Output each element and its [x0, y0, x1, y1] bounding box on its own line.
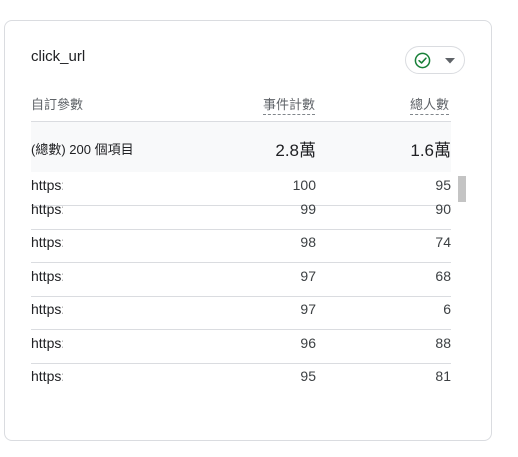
row-url[interactable]: https:/: [31, 301, 63, 321]
row-event-count: 99: [300, 201, 316, 217]
chevron-down-icon: [445, 58, 455, 64]
row-event-count: 98: [300, 234, 316, 250]
table-row: https:/ 99 90: [31, 196, 451, 230]
totals-row: (總數) 200 個項目 2.8萬 1.6萬: [31, 122, 451, 172]
column-header-total-users[interactable]: 總人數: [409, 94, 449, 115]
row-url[interactable]: https:/: [31, 201, 63, 221]
row-event-count: 96: [300, 335, 316, 351]
row-url[interactable]: https:/: [31, 234, 63, 254]
table-row: https:/ 96 88: [31, 330, 451, 364]
table-row: https:/ 97 6: [31, 296, 451, 330]
totals-label: (總數) 200 個項目: [31, 142, 134, 157]
row-total-users: 6: [443, 301, 451, 317]
comparison-menu-button[interactable]: [405, 46, 465, 74]
row-event-count: 100: [292, 177, 316, 193]
table-row: https:/ 97 68: [31, 263, 451, 297]
column-header-event-count[interactable]: 事件計數: [262, 94, 315, 115]
totals-total-users: 1.6萬: [410, 141, 451, 160]
check-circle-icon: [414, 52, 431, 69]
row-total-users: 90: [435, 201, 451, 217]
row-total-users: 88: [435, 335, 451, 351]
row-event-count: 95: [300, 368, 316, 384]
row-total-users: 81: [435, 368, 451, 384]
row-total-users: 68: [435, 268, 451, 284]
table-scrollbar[interactable]: [458, 172, 466, 391]
card-title: click_url: [31, 48, 86, 65]
column-header-dimension[interactable]: 自訂參數: [31, 94, 83, 113]
row-event-count: 97: [300, 268, 316, 284]
row-total-users: 95: [435, 177, 451, 193]
row-event-count: 97: [300, 301, 316, 317]
row-url[interactable]: https:/: [31, 335, 63, 355]
row-url[interactable]: https:/: [31, 268, 63, 288]
row-url[interactable]: https:/: [31, 177, 63, 197]
table-row: https:/ 95 81: [31, 363, 451, 391]
table-body[interactable]: https:/ 100 95 https:/ 99 90 https:/ 98 …: [31, 172, 451, 391]
click-url-card: click_url 自訂參數 事件計數 總人數 (總數) 200 個項目 2.8…: [4, 20, 492, 441]
totals-event-count: 2.8萬: [275, 141, 316, 160]
scrollbar-thumb[interactable]: [458, 176, 466, 202]
table-row: https:/ 98 74: [31, 229, 451, 263]
row-url[interactable]: https:/: [31, 368, 63, 388]
row-total-users: 74: [435, 234, 451, 250]
